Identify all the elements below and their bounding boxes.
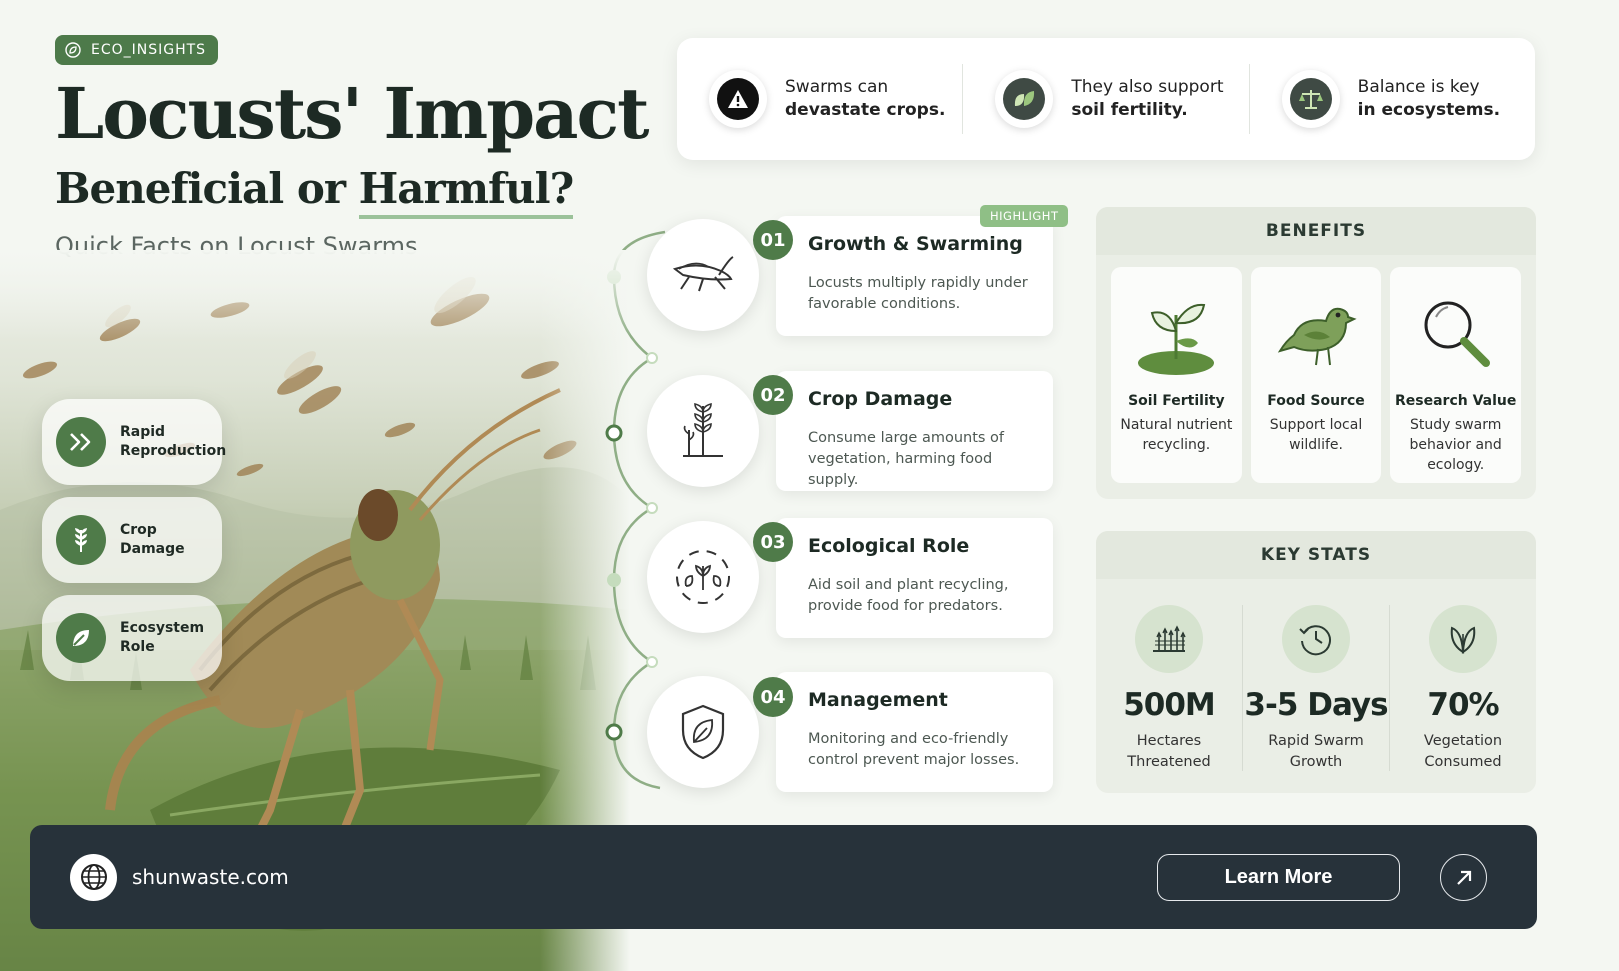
summary-line2: devastate crops. (785, 100, 946, 120)
summary-line2: soil fertility. (1071, 100, 1188, 120)
benefit-title: Soil Fertility (1128, 393, 1225, 409)
benefit-food-source[interactable]: Food Source Support local wildlife. (1250, 267, 1382, 483)
summary-line2: in ecosystems. (1357, 100, 1501, 120)
stat-value: 3-5 Days (1244, 687, 1388, 723)
shield-leaf-icon (647, 676, 759, 788)
stat-label-line2: Growth (1289, 754, 1343, 770)
benefit-desc: Study swarm behavior and ecology. (1409, 417, 1502, 473)
learn-more-button[interactable]: Learn More (1157, 854, 1400, 901)
globe-icon (70, 853, 117, 901)
pill-crop-damage[interactable]: Crop Damage (42, 497, 222, 583)
stat-days: 3-5 Days Rapid Swarm Growth (1242, 605, 1389, 771)
wheat-icon (56, 515, 106, 565)
arrow-up-right-icon[interactable] (1440, 854, 1487, 901)
step-number: 04 (753, 677, 793, 717)
highlight-tag: HIGHLIGHT (980, 205, 1069, 227)
step-title: Growth & Swarming (808, 233, 1023, 255)
summary-item-swarms: Swarms can devastate crops. (677, 64, 962, 134)
page-subtitle: Beneficial or Harmful? (55, 164, 574, 219)
fast-forward-icon (56, 417, 106, 467)
cycle-icon (647, 521, 759, 633)
scales-icon (1281, 70, 1340, 128)
step-number: 02 (753, 375, 793, 415)
pill-line1: Rapid (120, 424, 166, 440)
benefit-desc: Natural nutrient recycling. (1120, 417, 1233, 453)
leaf-icon (1429, 605, 1497, 673)
step-card-management[interactable]: Management Monitoring and eco-friendly c… (776, 672, 1053, 792)
step-title: Ecological Role (808, 535, 970, 557)
step-card-crop-damage[interactable]: Crop Damage Consume large amounts of veg… (776, 371, 1053, 491)
benefit-soil-fertility[interactable]: Soil Fertility Natural nutrient recyclin… (1111, 267, 1242, 483)
step-number: 03 (753, 522, 793, 562)
stat-label-line2: Consumed (1424, 754, 1502, 770)
pill-line2: Reproduction (120, 443, 227, 459)
step-desc: Consume large amounts of vegetation, har… (808, 430, 1005, 488)
stat-label-line2: Threatened (1127, 754, 1211, 770)
step-number: 01 (753, 220, 793, 260)
footer-bar: shunwaste.com Learn More (30, 825, 1537, 929)
summary-bar: Swarms can devastate crops. They also sup… (677, 38, 1535, 160)
step-desc: Locusts multiply rapidly under favorable… (808, 275, 1028, 312)
brand-badge: ECO_INSIGHTS (55, 35, 219, 65)
stat-vegetation: 70% Vegetation Consumed (1389, 605, 1536, 771)
pill-rapid-reproduction[interactable]: Rapid Reproduction (42, 399, 226, 485)
pill-line2: Damage (120, 541, 185, 557)
summary-item-balance: Balance is key in ecosystems. (1248, 64, 1535, 134)
summary-line1: Swarms can (785, 77, 889, 97)
step-desc: Aid soil and plant recycling, provide fo… (808, 577, 1009, 614)
stat-label-line1: Vegetation (1423, 733, 1503, 749)
website-link[interactable]: shunwaste.com (132, 865, 289, 889)
locust-icon (647, 219, 759, 331)
step-card-growth[interactable]: Growth & Swarming Locusts multiply rapid… (776, 216, 1053, 336)
stat-value: 70% (1427, 687, 1499, 723)
benefits-panel: BENEFITS Soil Fertility Natural nutrient… (1096, 207, 1536, 499)
stat-label-line1: Rapid Swarm (1268, 733, 1364, 749)
key-stats-panel: KEY STATS 500M Hectares Threatened 3-5 Da… (1096, 531, 1536, 793)
subtitle-part1: Beneficial or (55, 164, 359, 213)
clock-icon (1282, 605, 1350, 673)
benefit-desc: Support local wildlife. (1269, 417, 1363, 453)
leaf-icon (56, 613, 106, 663)
stat-hectares: 500M Hectares Threatened (1096, 605, 1242, 771)
summary-line1: They also support (1071, 77, 1224, 97)
field-icon (1135, 605, 1203, 673)
benefits-heading: BENEFITS (1096, 207, 1536, 255)
warning-icon (709, 70, 767, 128)
leaf-icon (995, 70, 1054, 128)
magnifier-icon (1390, 287, 1521, 379)
benefit-research-value[interactable]: Research Value Study swarm behavior and … (1390, 267, 1522, 483)
summary-item-soil: They also support soil fertility. (962, 64, 1248, 134)
summary-line1: Balance is key (1357, 77, 1480, 97)
stat-value: 500M (1123, 687, 1216, 723)
benefit-title: Food Source (1267, 393, 1365, 409)
page-title: Locusts' Impact (55, 72, 649, 155)
step-title: Management (808, 689, 948, 711)
brand-badge-label: ECO_INSIGHTS (91, 42, 207, 58)
subtitle-part2: Harmful? (358, 164, 574, 219)
step-title: Crop Damage (808, 388, 953, 410)
stat-label-line1: Hectares (1136, 733, 1202, 749)
leaf-badge-icon (65, 42, 81, 58)
pill-ecosystem-role[interactable]: Ecosystem Role (42, 595, 222, 681)
pill-line1: Crop (120, 522, 157, 538)
bird-icon (1251, 287, 1382, 379)
crop-icon (647, 375, 759, 487)
pill-line1: Ecosystem (120, 620, 205, 636)
step-desc: Monitoring and eco-friendly control prev… (808, 731, 1020, 768)
sprout-icon (1111, 287, 1242, 379)
benefit-title: Research Value (1394, 393, 1517, 409)
key-stats-heading: KEY STATS (1096, 531, 1536, 579)
step-card-ecological-role[interactable]: Ecological Role Aid soil and plant recyc… (776, 518, 1053, 638)
pill-line2: Role (120, 639, 155, 655)
